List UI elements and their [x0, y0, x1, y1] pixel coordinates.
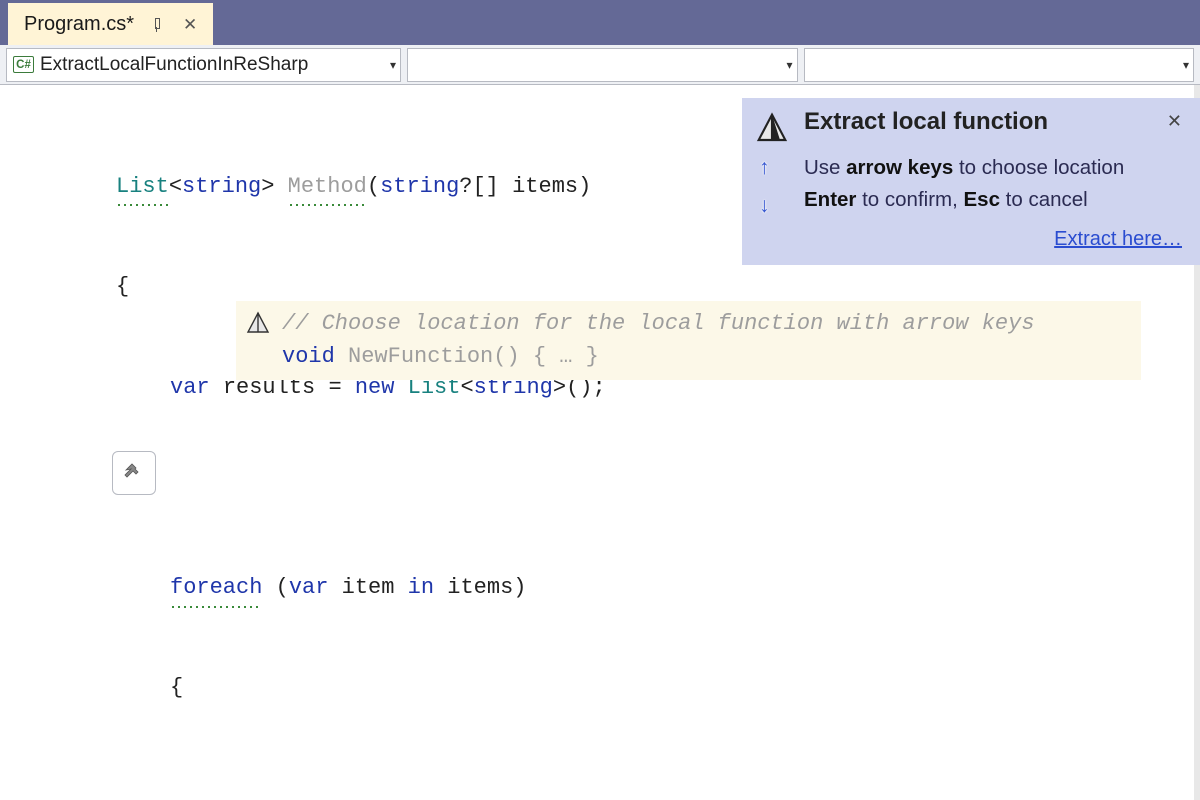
close-icon[interactable] — [1167, 111, 1182, 132]
chevron-down-icon — [1183, 58, 1189, 72]
tok-keyword: foreach — [170, 571, 262, 604]
tab-strip: Program.cs* — [0, 0, 1200, 45]
insertion-rest: () { … } — [493, 344, 599, 369]
scope-dropdown-text: ExtractLocalFunctionInReSharp — [40, 54, 308, 76]
arrow-indicator: ↑ ↓ — [759, 156, 770, 218]
quick-fix-button[interactable] — [112, 451, 156, 495]
tok-keyword: var — [289, 575, 329, 600]
insertion-preview-text: // Choose location for the local functio… — [282, 307, 1035, 374]
hint-text: to choose location — [953, 156, 1124, 179]
tok-keyword: string — [182, 174, 261, 199]
pin-icon[interactable] — [150, 17, 165, 32]
refactor-hint-panel: Extract local function ↑ ↓ Use arrow key… — [742, 98, 1200, 265]
hint-text: Use — [804, 156, 846, 179]
nav-bar: C# ExtractLocalFunctionInReSharp — [0, 45, 1200, 85]
hint-strong: Esc — [964, 188, 1000, 211]
tok-keyword: string — [380, 174, 459, 199]
tok-param: items — [512, 174, 578, 199]
csharp-badge-icon: C# — [13, 56, 34, 73]
arrow-up-icon: ↑ — [759, 156, 770, 180]
tok-var: items — [447, 575, 513, 600]
tok-brace: { — [116, 274, 129, 299]
tok-method: Method — [288, 170, 367, 203]
hint-body: Use arrow keys to choose location Enter … — [804, 152, 1182, 216]
close-icon[interactable] — [181, 16, 199, 33]
blank-line — [0, 471, 1200, 504]
file-tab[interactable]: Program.cs* — [8, 3, 213, 45]
tok-brace: { — [170, 675, 183, 700]
arrow-down-icon: ↓ — [759, 194, 770, 218]
blank-line — [0, 772, 1200, 800]
hint-strong: Enter — [804, 188, 856, 211]
type-dropdown[interactable] — [804, 48, 1195, 82]
tok-var: item — [342, 575, 395, 600]
tok-keyword: void — [282, 344, 335, 369]
tok-keyword: in — [408, 575, 434, 600]
hint-text: to cancel — [1000, 188, 1088, 211]
tok-keyword: var — [170, 375, 210, 400]
tok-type: List — [116, 170, 169, 203]
pyramid-icon — [246, 311, 270, 335]
extract-here-link[interactable]: Extract here… — [756, 228, 1182, 251]
insertion-fn-name: NewFunction — [348, 344, 493, 369]
hammer-icon — [122, 461, 146, 485]
insertion-preview[interactable]: // Choose location for the local functio… — [236, 301, 1141, 380]
chevron-down-icon — [390, 58, 396, 72]
file-tab-title: Program.cs* — [24, 13, 134, 36]
insertion-comment: // Choose location for the local functio… — [282, 307, 1035, 340]
chevron-down-icon — [786, 58, 792, 72]
scope-dropdown[interactable]: C# ExtractLocalFunctionInReSharp — [6, 48, 401, 82]
pyramid-icon — [756, 112, 788, 144]
member-dropdown[interactable] — [407, 48, 798, 82]
hint-strong: arrow keys — [846, 156, 953, 179]
hint-text: to confirm, — [856, 188, 963, 211]
hint-title: Extract local function — [804, 108, 1151, 136]
